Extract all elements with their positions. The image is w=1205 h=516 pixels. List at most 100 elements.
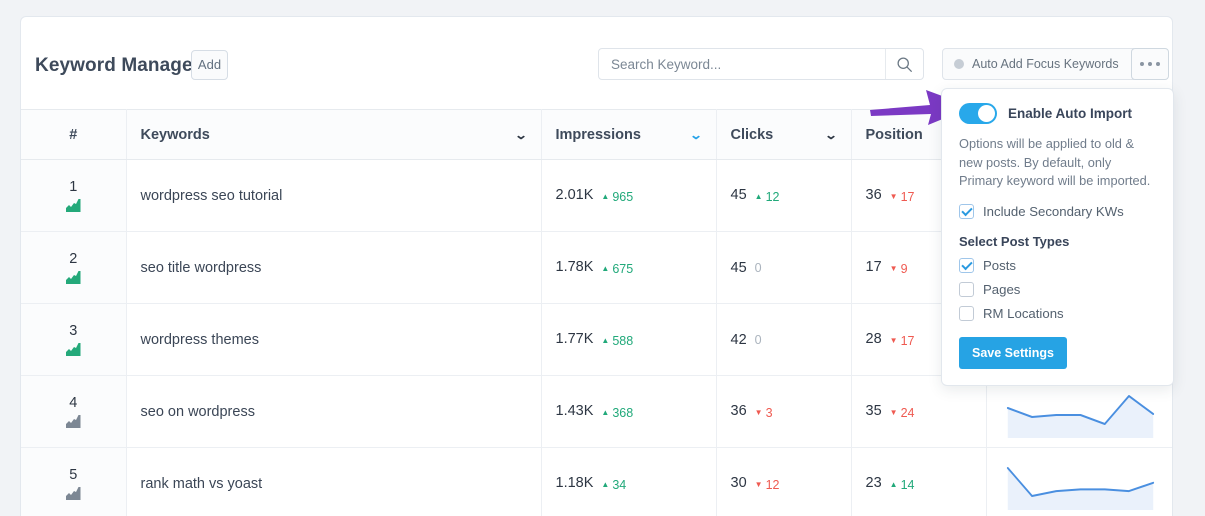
row-index-cell: 4	[21, 375, 127, 448]
toggle-knob	[978, 105, 995, 122]
triangle-down-icon: ▼	[889, 264, 898, 273]
post-type-row-rm-locations[interactable]: RM Locations	[959, 306, 1156, 322]
panel-description: Options will be applied to old & new pos…	[959, 136, 1151, 189]
auto-add-focus-keywords-button[interactable]: Auto Add Focus Keywords	[942, 48, 1137, 80]
save-settings-button[interactable]: Save Settings	[959, 337, 1067, 370]
clicks-cell-wrap: 30 ▼ 12	[716, 447, 852, 516]
clicks-cell-wrap: 36 ▼ 3	[716, 375, 852, 448]
keyword-text: seo title wordpress	[140, 260, 262, 276]
trend-chart-icon	[65, 486, 81, 500]
search-input[interactable]	[599, 49, 885, 79]
keyword-text: rank math vs yoast	[140, 476, 263, 492]
dot-icon	[1148, 62, 1152, 66]
search-button[interactable]	[885, 49, 923, 79]
post-type-row-posts[interactable]: Posts	[959, 258, 1156, 274]
row-index-cell: 1	[21, 159, 127, 232]
position-delta: ▼ 17	[889, 334, 915, 348]
row-index-cell: 3	[21, 303, 127, 376]
trend-chart-icon	[65, 198, 81, 212]
position-cell: 23 ▲ 14	[866, 475, 972, 492]
column-header-impressions[interactable]: Impressions ⌄	[541, 109, 717, 160]
clicks-value: 36	[730, 403, 747, 419]
triangle-down-icon: ▼	[889, 336, 898, 345]
keyword-text: wordpress themes	[140, 332, 259, 348]
status-dot-icon	[954, 59, 964, 69]
keyword-cell[interactable]: rank math vs yoast	[126, 447, 542, 516]
clicks-value: 45	[730, 259, 747, 276]
triangle-down-icon: ▼	[889, 192, 898, 201]
clicks-delta: 0	[754, 332, 762, 347]
position-value: 28	[865, 331, 882, 347]
checkbox-rm-locations[interactable]	[959, 306, 974, 322]
impressions-cell: 1.77K ▲ 588	[556, 331, 702, 348]
clicks-value: 30	[730, 475, 747, 491]
clicks-cell-wrap: 45 ▲ 12	[716, 159, 852, 232]
impressions-cell-wrap: 1.77K ▲ 588	[541, 303, 717, 376]
include-secondary-kws-label: Include Secondary KWs	[983, 204, 1124, 220]
impressions-cell: 1.18K ▲ 34	[556, 475, 702, 492]
triangle-up-icon: ▲	[754, 192, 763, 201]
triangle-down-icon: ▼	[754, 408, 763, 417]
add-button[interactable]: Add	[191, 50, 228, 80]
impressions-value: 1.18K	[555, 475, 594, 491]
position-delta: ▼ 24	[889, 406, 915, 420]
clicks-delta: 0	[754, 260, 762, 275]
clicks-cell: 42 0	[731, 332, 837, 348]
keyword-cell[interactable]: seo on wordpress	[126, 375, 542, 448]
chevron-down-icon[interactable]: ⌄	[515, 129, 529, 141]
impressions-delta: ▲ 34	[601, 478, 627, 492]
column-label-impressions: Impressions	[555, 126, 641, 143]
checkbox-posts[interactable]	[959, 258, 974, 274]
row-index: 4	[69, 394, 78, 411]
enable-auto-import-row[interactable]: Enable Auto Import	[959, 103, 1156, 124]
auto-import-settings-panel: Enable Auto Import Options will be appli…	[941, 88, 1174, 387]
include-secondary-kws-row[interactable]: Include Secondary KWs	[959, 204, 1156, 220]
checkbox-include-secondary-kws[interactable]	[959, 204, 974, 220]
row-index-cell: 5	[21, 447, 127, 516]
position-cell-wrap: 23 ▲ 14	[851, 447, 987, 516]
table-row[interactable]: 4 seo on wordpress 1.43K ▲ 368 36 ▼ 3 35 ▼ 24	[21, 375, 1172, 448]
enable-auto-import-toggle[interactable]	[959, 103, 997, 124]
triangle-up-icon: ▲	[601, 408, 610, 417]
keyword-cell[interactable]: seo title wordpress	[126, 231, 542, 304]
clicks-delta: ▲ 12	[754, 190, 780, 204]
column-label-position: Position	[865, 126, 923, 143]
post-type-label-pages: Pages	[983, 282, 1021, 298]
trend-chart-icon	[65, 414, 81, 428]
column-label-clicks: Clicks	[730, 126, 774, 143]
clicks-cell: 36 ▼ 3	[731, 403, 837, 420]
position-cell: 35 ▼ 24	[866, 403, 972, 420]
impressions-delta: ▲ 588	[601, 334, 634, 348]
table-row[interactable]: 5 rank math vs yoast 1.18K ▲ 34 30 ▼ 12 23 ▲ 14	[21, 447, 1172, 516]
triangle-up-icon: ▲	[601, 192, 610, 201]
column-header-clicks[interactable]: Clicks ⌄	[716, 109, 852, 160]
impressions-cell-wrap: 1.78K ▲ 675	[541, 231, 717, 304]
dot-icon	[1140, 62, 1144, 66]
enable-auto-import-label: Enable Auto Import	[1008, 106, 1132, 121]
column-label-keywords: Keywords	[140, 126, 210, 143]
sparkline-chart	[1006, 467, 1154, 510]
post-type-row-pages[interactable]: Pages	[959, 282, 1156, 298]
dot-icon	[1156, 62, 1160, 66]
post-type-label-posts: Posts	[983, 258, 1016, 274]
clicks-value: 42	[730, 331, 747, 348]
triangle-up-icon: ▲	[889, 480, 898, 489]
column-header-keywords[interactable]: Keywords ⌄	[126, 109, 542, 160]
more-options-button[interactable]	[1131, 48, 1169, 80]
checkbox-pages[interactable]	[959, 282, 974, 298]
keyword-cell[interactable]: wordpress seo tutorial	[126, 159, 542, 232]
impressions-cell: 1.43K ▲ 368	[556, 403, 702, 420]
position-value: 36	[865, 187, 882, 203]
clicks-cell: 45 ▲ 12	[731, 187, 837, 204]
row-index: 3	[69, 322, 78, 339]
chevron-down-icon[interactable]: ⌄	[825, 129, 839, 141]
impressions-delta: ▲ 675	[601, 262, 634, 276]
chevron-down-icon[interactable]: ⌄	[690, 129, 704, 141]
clicks-delta: ▼ 12	[754, 478, 780, 492]
position-cell-wrap: 35 ▼ 24	[851, 375, 987, 448]
keyword-cell[interactable]: wordpress themes	[126, 303, 542, 376]
row-index: 1	[69, 178, 78, 195]
clicks-cell: 45 0	[731, 260, 837, 276]
row-index: 2	[69, 250, 78, 267]
clicks-cell: 30 ▼ 12	[731, 475, 837, 492]
